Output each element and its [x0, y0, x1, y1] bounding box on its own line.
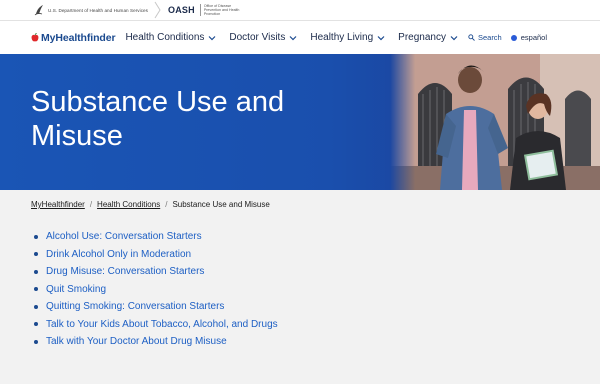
- apple-icon: [31, 33, 39, 42]
- oash-subtitle: Office of Disease Prevention and Health …: [199, 3, 246, 17]
- search-label: Search: [477, 33, 502, 42]
- breadcrumb-section-link[interactable]: Health Conditions: [97, 200, 160, 209]
- search-button[interactable]: Search: [468, 33, 502, 42]
- breadcrumb-separator: /: [89, 200, 93, 209]
- list-item: Drug Misuse: Conversation Starters: [34, 263, 278, 281]
- nav-healthy-living[interactable]: Healthy Living: [310, 32, 385, 43]
- list-item: Talk with Your Doctor About Drug Misuse: [34, 333, 278, 351]
- bullet-icon: [34, 339, 38, 344]
- topic-link[interactable]: Drink Alcohol Only in Moderation: [46, 249, 191, 260]
- hero-banner: Substance Use and Misuse: [0, 54, 600, 190]
- chevron-down-icon: [289, 35, 297, 40]
- language-label: español: [520, 33, 548, 42]
- list-item: Quit Smoking: [34, 281, 278, 299]
- nav-label: Pregnancy: [398, 32, 446, 43]
- language-toggle[interactable]: español: [510, 33, 548, 42]
- chevron-down-icon: [377, 35, 385, 40]
- topic-link[interactable]: Quit Smoking: [46, 284, 106, 295]
- topic-link[interactable]: Quitting Smoking: Conversation Starters: [46, 301, 224, 312]
- nav-label: Healthy Living: [310, 32, 374, 43]
- globe-icon: [510, 34, 517, 41]
- brand-logo[interactable]: MyHealthfinder: [31, 31, 116, 44]
- hhs-eagle-icon: [34, 5, 43, 16]
- gov-banner: U.S. Department of Health and Human Serv…: [0, 0, 600, 20]
- topic-link[interactable]: Talk with Your Doctor About Drug Misuse: [46, 336, 227, 347]
- bullet-icon: [34, 322, 38, 327]
- divider-chevron-icon: [154, 1, 161, 19]
- breadcrumb-current: Substance Use and Misuse: [172, 200, 270, 209]
- topic-link[interactable]: Talk to Your Kids About Tobacco, Alcohol…: [46, 319, 278, 330]
- breadcrumb: MyHealthfinder / Health Conditions / Sub…: [31, 200, 270, 209]
- list-item: Drink Alcohol Only in Moderation: [34, 246, 278, 264]
- oash-logo[interactable]: OASH: [168, 5, 195, 15]
- bullet-icon: [34, 269, 38, 274]
- nav-label: Health Conditions: [125, 32, 205, 43]
- nav-health-conditions[interactable]: Health Conditions: [125, 32, 216, 43]
- nav-pregnancy[interactable]: Pregnancy: [398, 32, 458, 43]
- hero-photo: [390, 54, 600, 190]
- breadcrumb-separator: /: [165, 200, 168, 209]
- bullet-icon: [34, 304, 38, 309]
- topic-link[interactable]: Alcohol Use: Conversation Starters: [46, 231, 202, 242]
- list-item: Alcohol Use: Conversation Starters: [34, 228, 278, 246]
- search-icon: [468, 34, 475, 41]
- list-item: Quitting Smoking: Conversation Starters: [34, 298, 278, 316]
- bullet-icon: [34, 252, 38, 257]
- topic-link[interactable]: Drug Misuse: Conversation Starters: [46, 266, 204, 277]
- bullet-icon: [34, 287, 38, 292]
- nav-label: Doctor Visits: [229, 32, 286, 43]
- chevron-down-icon: [450, 35, 458, 40]
- page-title: Substance Use and Misuse: [31, 86, 285, 152]
- bullet-icon: [34, 234, 38, 239]
- nav-doctor-visits[interactable]: Doctor Visits: [229, 32, 297, 43]
- topic-link-list: Alcohol Use: Conversation Starters Drink…: [34, 228, 278, 351]
- chevron-down-icon: [208, 35, 216, 40]
- list-item: Talk to Your Kids About Tobacco, Alcohol…: [34, 316, 278, 334]
- brand-name: MyHealthfinder: [41, 31, 116, 44]
- breadcrumb-home-link[interactable]: MyHealthfinder: [31, 200, 85, 209]
- hhs-link[interactable]: U.S. Department of Health and Human Serv…: [48, 8, 148, 13]
- main-nav: MyHealthfinder Health Conditions Doctor …: [0, 21, 600, 54]
